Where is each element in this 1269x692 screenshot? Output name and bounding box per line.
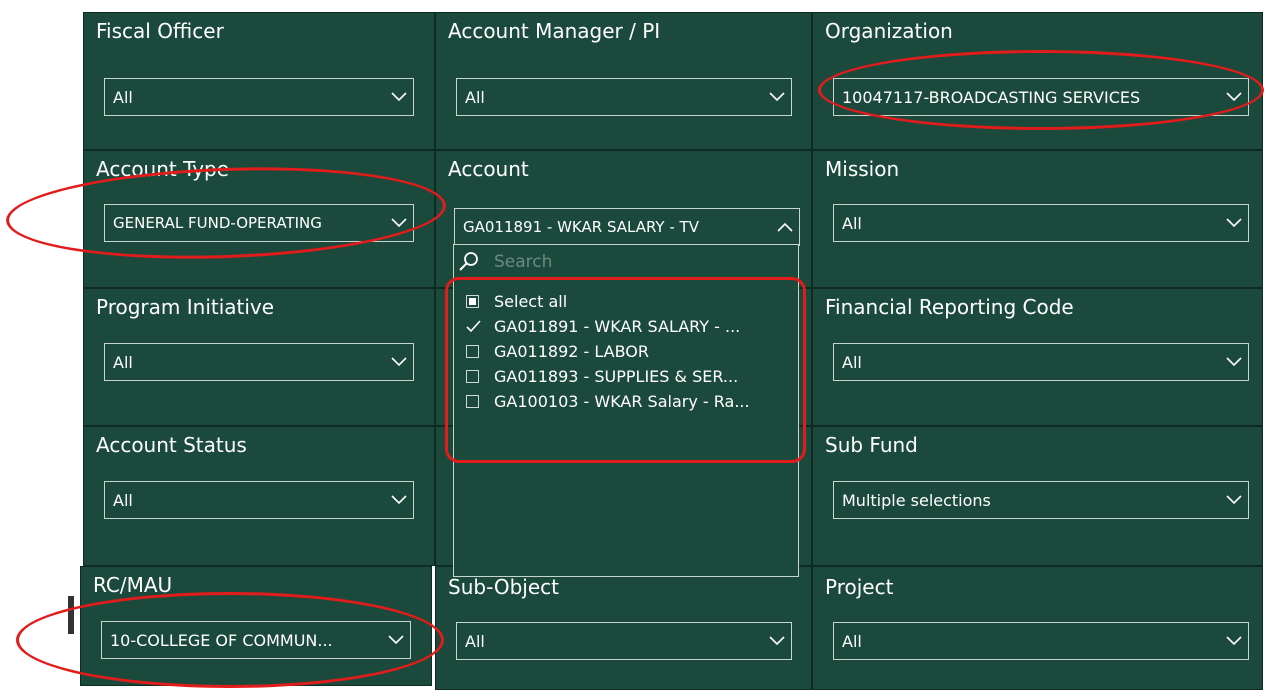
- account-status-dropdown[interactable]: All: [104, 481, 414, 519]
- organization-dropdown[interactable]: 10047117-BROADCASTING SERVICES: [833, 78, 1249, 116]
- filter-sub-fund: Sub Fund Multiple selections: [812, 426, 1263, 566]
- selected-value: All: [842, 213, 862, 233]
- sub-object-dropdown[interactable]: All: [456, 622, 792, 660]
- list-item[interactable]: GA011892 - LABOR: [466, 339, 750, 364]
- rc-mau-dropdown[interactable]: 10-COLLEGE OF COMMUN...: [101, 621, 411, 659]
- filter-mission: Mission All: [812, 150, 1263, 288]
- chevron-down-icon: [382, 635, 410, 645]
- chevron-up-icon: [771, 222, 799, 232]
- program-initiative-dropdown[interactable]: All: [104, 343, 414, 381]
- filter-title: Project: [825, 575, 894, 599]
- filter-title: Sub Fund: [825, 433, 918, 457]
- window-edge-handle: [68, 596, 74, 634]
- list-item[interactable]: GA100103 - WKAR Salary - Ra...: [466, 389, 750, 414]
- select-all-option[interactable]: Select all: [466, 289, 750, 314]
- chevron-down-icon: [1220, 495, 1248, 505]
- filter-program-initiative: Program Initiative All: [83, 288, 435, 426]
- filter-rc-mau: RC/MAU 10-COLLEGE OF COMMUN...: [80, 566, 432, 686]
- chevron-down-icon: [1220, 92, 1248, 102]
- filter-title: Account: [448, 157, 529, 181]
- checkbox[interactable]: [466, 320, 481, 333]
- checkbox[interactable]: [466, 295, 479, 308]
- chevron-down-icon: [385, 357, 413, 367]
- mission-dropdown[interactable]: All: [833, 204, 1249, 242]
- chevron-down-icon: [1220, 636, 1248, 646]
- option-list: Select all GA011891 - WKAR SALARY - ... …: [466, 289, 750, 414]
- filter-account-status: Account Status All: [83, 426, 435, 566]
- dropdown-search[interactable]: Search: [458, 247, 552, 277]
- filter-title: Program Initiative: [96, 295, 275, 319]
- chevron-down-icon: [1220, 218, 1248, 228]
- search-icon: [459, 252, 478, 271]
- selected-value: GENERAL FUND-OPERATING: [113, 214, 322, 232]
- selected-value: All: [842, 631, 862, 651]
- selected-value: All: [113, 352, 133, 372]
- filter-organization: Organization 10047117-BROADCASTING SERVI…: [812, 12, 1263, 150]
- checkbox[interactable]: [466, 345, 479, 358]
- checkbox[interactable]: [466, 370, 479, 383]
- account-manager-dropdown[interactable]: All: [456, 78, 792, 116]
- project-dropdown[interactable]: All: [833, 622, 1249, 660]
- selected-value: Multiple selections: [842, 490, 991, 510]
- filter-title: Account Status: [96, 433, 247, 457]
- filter-project: Project All: [812, 566, 1263, 690]
- option-label: GA011891 - WKAR SALARY - ...: [494, 317, 741, 336]
- list-item[interactable]: GA011893 - SUPPLIES & SER...: [466, 364, 750, 389]
- search-placeholder: Search: [494, 252, 553, 272]
- filter-title: RC/MAU: [93, 573, 173, 597]
- sub-fund-dropdown[interactable]: Multiple selections: [833, 481, 1249, 519]
- selected-value: All: [465, 87, 485, 107]
- financial-reporting-code-dropdown[interactable]: All: [833, 343, 1249, 381]
- account-dropdown[interactable]: GA011891 - WKAR SALARY - TV: [454, 208, 800, 246]
- selected-value: All: [113, 87, 133, 107]
- fiscal-officer-dropdown[interactable]: All: [104, 78, 414, 116]
- account-type-dropdown[interactable]: GENERAL FUND-OPERATING: [104, 204, 414, 242]
- filter-title: Financial Reporting Code: [825, 295, 1074, 319]
- checkbox[interactable]: [466, 395, 479, 408]
- filter-title: Fiscal Officer: [96, 19, 224, 43]
- filter-title: Account Type: [96, 157, 230, 181]
- selected-value: GA011891 - WKAR SALARY - TV: [463, 218, 699, 236]
- option-label: GA011892 - LABOR: [494, 342, 649, 361]
- chevron-down-icon: [385, 92, 413, 102]
- option-label: GA011893 - SUPPLIES & SER...: [494, 367, 739, 386]
- filter-fiscal-officer: Fiscal Officer All: [83, 12, 435, 150]
- chevron-down-icon: [763, 92, 791, 102]
- chevron-down-icon: [385, 495, 413, 505]
- chevron-down-icon: [763, 636, 791, 646]
- checkmark-icon: [466, 320, 481, 333]
- list-item[interactable]: GA011891 - WKAR SALARY - ...: [466, 314, 750, 339]
- filter-sub-object: Sub-Object All: [435, 566, 812, 690]
- chevron-down-icon: [385, 218, 413, 228]
- filter-account-manager: Account Manager / PI All: [435, 12, 812, 150]
- selected-value: All: [465, 631, 485, 651]
- filter-title: Sub-Object: [448, 575, 559, 599]
- filter-account-type: Account Type GENERAL FUND-OPERATING: [83, 150, 435, 288]
- selected-value: All: [113, 490, 133, 510]
- selected-value: 10-COLLEGE OF COMMUN...: [110, 630, 333, 650]
- filter-financial-reporting-code: Financial Reporting Code All: [812, 288, 1263, 426]
- option-label: Select all: [494, 292, 568, 311]
- filter-title: Account Manager / PI: [448, 19, 661, 43]
- selected-value: 10047117-BROADCASTING SERVICES: [842, 87, 1141, 107]
- filter-title: Mission: [825, 157, 900, 181]
- account-dropdown-list: Search Select all GA011891 - WKAR SALARY…: [453, 244, 799, 577]
- selected-value: All: [842, 352, 862, 372]
- option-label: GA100103 - WKAR Salary - Ra...: [494, 392, 750, 411]
- filter-title: Organization: [825, 19, 953, 43]
- chevron-down-icon: [1220, 357, 1248, 367]
